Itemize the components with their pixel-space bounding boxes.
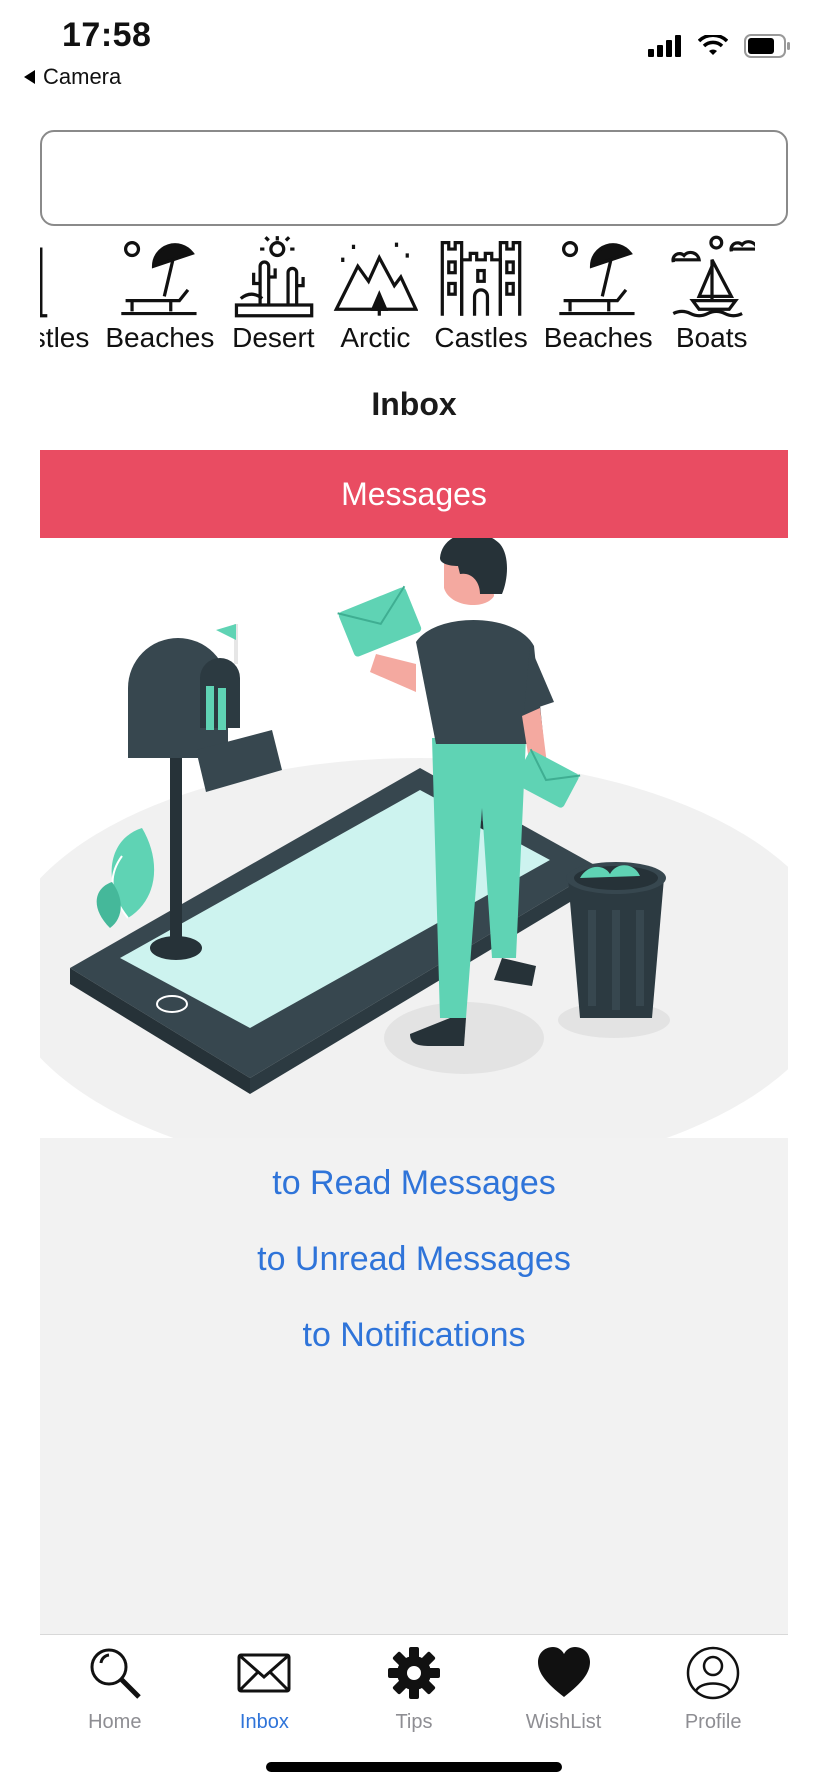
search-input[interactable] <box>40 130 788 226</box>
unread-messages-link[interactable]: to Unread Messages <box>40 1240 788 1279</box>
inbox-illustration <box>0 532 828 1178</box>
tab-label: WishList <box>525 1711 602 1733</box>
tab-label: Tips <box>395 1711 433 1733</box>
inbox-links-panel: to Read Messages to Unread Messages to N… <box>40 1138 788 1634</box>
tab-label: Inbox <box>239 1711 289 1733</box>
signal-icon <box>648 35 681 57</box>
category-beaches[interactable]: Beaches <box>544 234 653 354</box>
status-icons <box>648 34 792 58</box>
arctic-icon <box>334 242 419 316</box>
search-icon <box>90 1648 141 1699</box>
category-label: Desert <box>232 322 315 353</box>
back-arrow-icon <box>24 70 35 84</box>
back-label: Camera <box>43 64 122 89</box>
back-to-camera-link[interactable]: Camera <box>24 64 121 90</box>
category-label: Arctic <box>340 322 411 353</box>
category-label: Boats <box>675 322 748 353</box>
envelope-icon <box>237 1653 291 1693</box>
tab-tips[interactable]: Tips <box>339 1635 489 1745</box>
notifications-link[interactable]: to Notifications <box>40 1316 788 1355</box>
tab-bar: Home Inbox Tips WishList Profile <box>40 1634 788 1745</box>
category-castles[interactable]: Castles <box>40 234 89 354</box>
gear-icon <box>387 1647 440 1699</box>
heart-icon <box>537 1647 590 1697</box>
person-icon <box>686 1646 740 1700</box>
category-boats[interactable]: Boats <box>669 234 755 354</box>
read-messages-link[interactable]: to Read Messages <box>40 1164 788 1203</box>
boat-icon <box>671 235 755 318</box>
category-label: Beaches <box>105 322 215 353</box>
desert-icon <box>235 236 314 318</box>
tab-profile[interactable]: Profile <box>638 1635 788 1745</box>
castle-icon <box>440 240 522 316</box>
tab-home[interactable]: Home <box>40 1635 190 1745</box>
tab-wishlist[interactable]: WishList <box>489 1635 639 1745</box>
tab-inbox[interactable]: Inbox <box>190 1635 340 1745</box>
battery-icon <box>744 34 790 58</box>
castle-icon <box>40 247 47 318</box>
category-beaches[interactable]: Beaches <box>105 234 214 354</box>
category-arctic[interactable]: Arctic <box>332 234 419 354</box>
tab-label: Profile <box>684 1711 742 1733</box>
messages-header: Messages <box>40 450 788 538</box>
beach-icon <box>559 240 635 316</box>
beach-icon <box>121 240 197 316</box>
category-desert[interactable]: Desert <box>230 234 316 354</box>
status-time: 17:58 <box>62 16 152 54</box>
category-label: Castles <box>434 322 528 353</box>
home-indicator[interactable] <box>266 1762 562 1772</box>
category-strip[interactable]: Castles Beaches Desert <box>40 234 788 354</box>
tab-label: Home <box>88 1711 142 1733</box>
wifi-icon <box>698 35 728 55</box>
category-castles[interactable]: Castles <box>434 234 528 354</box>
category-label: Beaches <box>543 322 653 353</box>
page-title: Inbox <box>371 386 457 422</box>
category-label: Castles <box>40 322 90 353</box>
